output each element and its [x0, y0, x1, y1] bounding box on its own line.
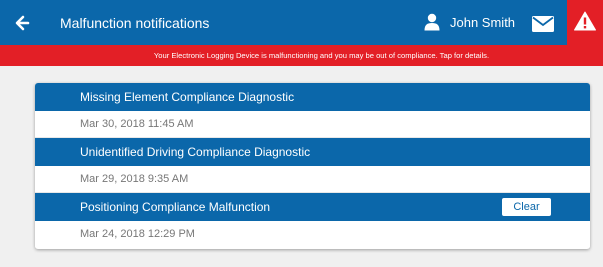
back-button[interactable]: [9, 11, 35, 35]
user-icon: [424, 13, 440, 31]
notification-item[interactable]: Missing Element Compliance Diagnostic Ma…: [35, 83, 590, 138]
notification-date: Mar 24, 2018 12:29 PM: [35, 221, 590, 248]
notification-title: Missing Element Compliance Diagnostic: [35, 83, 590, 111]
malfunction-alert-button[interactable]: [567, 0, 603, 45]
notification-date: Mar 30, 2018 11:45 AM: [35, 111, 590, 138]
app-header: Malfunction notifications John Smith: [0, 0, 603, 45]
notification-title-bar: Positioning Compliance Malfunction Clear: [35, 193, 590, 221]
notification-item[interactable]: Unidentified Driving Compliance Diagnost…: [35, 138, 590, 193]
notification-list: Missing Element Compliance Diagnostic Ma…: [35, 83, 590, 249]
envelope-icon: [532, 16, 554, 32]
main-content: Missing Element Compliance Diagnostic Ma…: [0, 66, 603, 267]
notification-title: Positioning Compliance Malfunction: [80, 200, 271, 214]
warning-icon: [574, 11, 596, 31]
arrow-left-icon: [15, 15, 30, 31]
malfunction-banner[interactable]: Your Electronic Logging Device is malfun…: [0, 45, 603, 66]
messages-button[interactable]: [532, 16, 554, 32]
page-title: Malfunction notifications: [60, 15, 210, 31]
notification-date: Mar 29, 2018 9:35 AM: [35, 166, 590, 193]
user-name[interactable]: John Smith: [450, 15, 515, 30]
notification-item[interactable]: Positioning Compliance Malfunction Clear…: [35, 193, 590, 248]
clear-button[interactable]: Clear: [502, 198, 551, 216]
notification-title: Unidentified Driving Compliance Diagnost…: [35, 138, 590, 166]
